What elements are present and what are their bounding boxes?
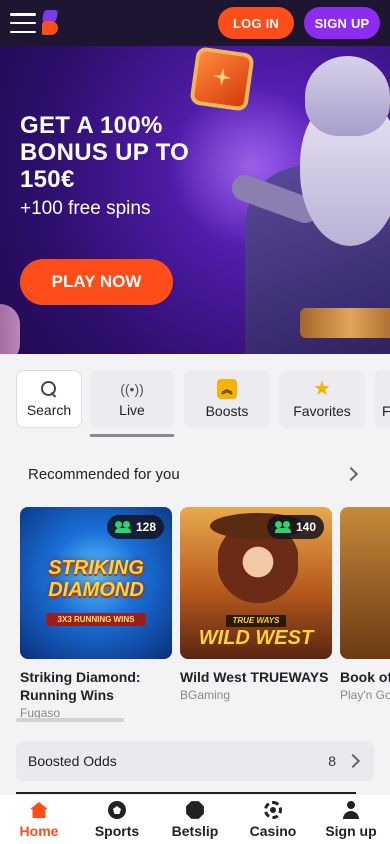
nav-label: Betslip <box>171 823 219 839</box>
game-name: Striking Diamond: Running Wins <box>20 669 141 703</box>
boosted-odds-row[interactable]: Boosted Odds 8 <box>16 741 374 781</box>
player-count: 140 <box>295 520 316 534</box>
divider <box>16 792 356 794</box>
game-card[interactable]: Book of Play'n Go <box>340 507 390 702</box>
nav-label: Sports <box>94 823 140 839</box>
category-tabs: Search ((•)) Live ︽ Boosts ★ Favorites F <box>16 370 390 437</box>
login-button[interactable]: LOG IN <box>218 7 294 39</box>
tab-favorites[interactable]: ★ Favorites <box>279 370 365 428</box>
hero-banner[interactable]: GET A 100% BONUS UP TO 150€ +100 free sp… <box>0 46 390 354</box>
nav-betslip[interactable]: Betslip <box>156 795 234 844</box>
tab-search[interactable]: Search <box>16 370 82 428</box>
game-card[interactable]: TRUE WAYS WILD WEST 140 Wild West TRUEWA… <box>180 507 332 702</box>
menu-icon[interactable] <box>10 13 36 33</box>
game-thumbnail[interactable]: TRUE WAYS WILD WEST 140 <box>180 507 332 659</box>
hero-title: GET A 100% BONUS UP TO 150€ <box>20 112 190 193</box>
tab-label: Boosts <box>205 403 249 419</box>
game-card[interactable]: STRIKING DIAMOND 3X3 RUNNING WINS 128 St… <box>20 507 172 720</box>
signup-button[interactable]: SIGN UP <box>304 7 380 39</box>
play-now-button[interactable]: PLAY NOW <box>20 259 173 305</box>
betslip-icon <box>182 797 207 822</box>
game-art-subtitle: TRUE WAYS <box>226 615 286 627</box>
game-art-title: WILD WEST <box>198 627 314 649</box>
casino-chip-icon <box>264 801 282 819</box>
star-icon: ★ <box>313 378 331 400</box>
game-provider: BGaming <box>180 688 231 702</box>
active-tab-indicator <box>90 434 174 437</box>
carousel-scrollbar[interactable] <box>16 718 124 722</box>
live-icon: ((•)) <box>120 381 144 397</box>
game-name: Wild West TRUEWAYS <box>180 669 329 685</box>
game-art-title: STRIKING DIAMOND <box>48 557 144 601</box>
zeus-head <box>305 56 390 136</box>
tab-label: Favorites <box>293 403 351 419</box>
game-name: Book of <box>340 669 390 685</box>
search-icon <box>40 380 58 398</box>
hero-subtitle: +100 free spins <box>20 198 151 219</box>
nav-label: Home <box>19 823 59 839</box>
top-bar: LOG IN SIGN UP <box>0 0 390 46</box>
tab-label: F <box>382 403 390 419</box>
chevron-right-icon <box>345 753 361 769</box>
nav-signup[interactable]: Sign up <box>312 795 390 844</box>
brand-logo[interactable] <box>40 10 60 36</box>
tab-label: Search <box>26 402 72 418</box>
bottom-nav: Home Sports Betslip Casino Sign up <box>0 795 390 844</box>
nav-label: Sign up <box>325 823 377 839</box>
boosted-odds-count: 8 <box>328 753 336 769</box>
game-provider: Play'n Go <box>340 688 390 702</box>
game-thumbnail[interactable]: STRIKING DIAMOND 3X3 RUNNING WINS 128 <box>20 507 172 659</box>
tab-boosts[interactable]: ︽ Boosts <box>184 370 270 428</box>
boosts-icon: ︽ <box>217 379 237 399</box>
recommended-title: Recommended for you <box>28 466 180 483</box>
zeus-belt <box>300 308 390 338</box>
chevron-right-icon[interactable] <box>343 466 359 482</box>
players-icon <box>274 521 291 533</box>
game-art-subtitle: 3X3 RUNNING WINS <box>46 613 146 626</box>
home-icon <box>30 802 48 818</box>
tab-live[interactable]: ((•)) Live <box>90 370 174 428</box>
nav-home[interactable]: Home <box>0 795 78 844</box>
tab-more[interactable]: F <box>374 370 390 428</box>
soccer-ball-icon <box>108 801 126 819</box>
tab-label: Live <box>119 402 145 418</box>
game-thumbnail[interactable] <box>340 507 390 659</box>
players-icon <box>114 521 131 533</box>
pillar-decoration <box>0 304 20 354</box>
player-count-badge: 140 <box>266 515 324 539</box>
nav-casino[interactable]: Casino <box>234 795 312 844</box>
player-count-badge: 128 <box>106 515 164 539</box>
boosted-odds-label: Boosted Odds <box>28 753 117 769</box>
page: LOG IN SIGN UP GET A 100% BONUS UP TO 15… <box>0 0 390 844</box>
nav-sports[interactable]: Sports <box>78 795 156 844</box>
nav-label: Casino <box>249 823 297 839</box>
player-count: 128 <box>135 520 156 534</box>
gem-icon <box>189 46 255 112</box>
user-icon <box>342 801 360 819</box>
